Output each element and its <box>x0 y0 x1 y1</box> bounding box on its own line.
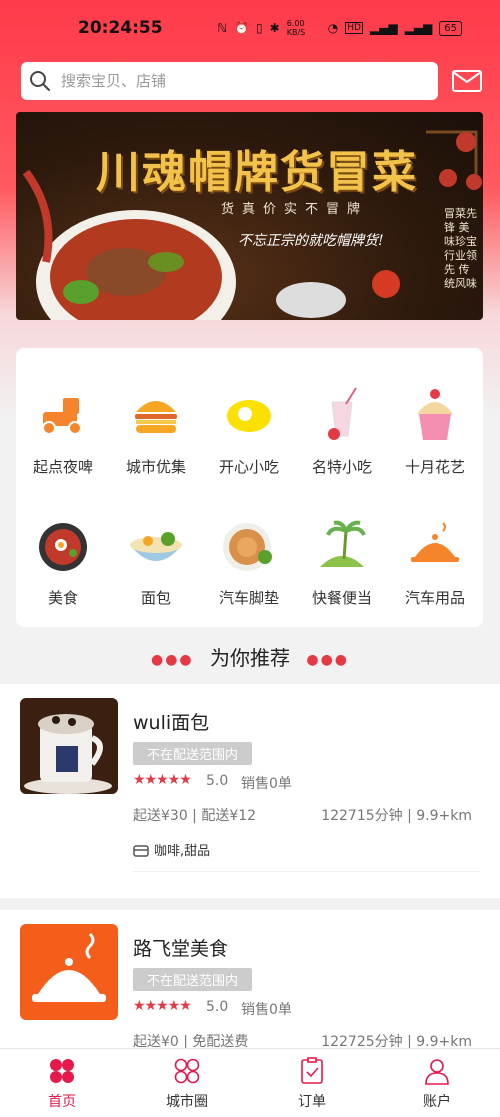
user-icon <box>425 1059 449 1085</box>
island-icon <box>320 520 366 567</box>
signal-5g-icon: ▂▄▆ <box>369 21 398 35</box>
banner-title: 川魂帽牌货冒菜 <box>96 147 418 198</box>
decor-dots-right: ●●● <box>306 651 350 668</box>
vibrate-icon: ▯ <box>256 21 263 35</box>
alarm-icon: ⏰ <box>234 21 250 35</box>
shop-image <box>20 698 118 794</box>
category-label: 快餐便当 <box>311 589 372 607</box>
category-label: 十月花艺 <box>404 458 465 476</box>
category-label: 城市优集 <box>125 458 186 476</box>
rating-stars: ★★★★★ <box>133 772 192 788</box>
category-item-qidianyepi[interactable]: 起点夜啤 <box>16 370 110 480</box>
category-item-kuaicanbiandang[interactable]: 快餐便当 <box>295 501 389 611</box>
category-item-mingtexiaochi[interactable]: 名特小吃 <box>295 370 389 480</box>
bluetooth-icon: ✱ <box>269 21 280 35</box>
search-input[interactable] <box>59 71 403 91</box>
nfc-icon: ℕ <box>217 21 228 35</box>
cloche-logo-image <box>32 932 106 1002</box>
delivery-distance: 122715分钟 | 9.9+km <box>321 808 472 824</box>
clipboard-icon <box>301 1057 323 1084</box>
tab-city-circle[interactable]: 城市圈 <box>137 1057 237 1111</box>
category-label: 汽车用品 <box>404 589 465 607</box>
category-item-chengshiyouji[interactable]: 城市优集 <box>109 370 203 480</box>
delivery-fee: 起送¥30 | 配送¥12 <box>133 808 257 824</box>
cloche-icon <box>411 522 459 562</box>
promo-banner[interactable]: 川魂帽牌货冒菜 货真价实不冒牌 不忘正宗的就吃帽牌货! 冒菜先锋 美味珍宝 行业… <box>16 112 483 320</box>
category-item-mianbao[interactable]: 面包 <box>109 501 203 611</box>
status-time: 20:24:55 <box>78 18 163 38</box>
banner-side-text: 冒菜先锋 美味珍宝 行业领先 传统风味 <box>444 207 477 290</box>
status-icons: ℕ ⏰ ▯ ✱ 6.00 KB/S ◔ HD ▂▄▆ ▂▄▆ 65 <box>217 19 462 37</box>
tab-label: 账户 <box>423 1094 451 1110</box>
scooter-icon <box>42 398 82 435</box>
decor-dots-left: ●●● <box>150 651 194 668</box>
recommend-title: 为你推荐 <box>210 646 290 670</box>
wifi-icon: ◔ <box>327 21 339 35</box>
network-speed: 6.00 KB/S <box>286 19 306 37</box>
category-item-meishi[interactable]: 美食 <box>16 501 110 611</box>
banner-subtitle: 货真价实不冒牌 <box>221 202 369 217</box>
category-label: 开心小吃 <box>218 458 279 476</box>
home-grid-icon <box>50 1059 74 1083</box>
city-circle-icon <box>174 1058 200 1084</box>
category-label: 起点夜啤 <box>32 458 93 476</box>
category-grid: 起点夜啤 城市优集 开心小吃 名特小吃 十月花艺 美食 面包 汽车脚垫 快餐便当… <box>16 348 483 627</box>
rating-value: 5.0 <box>206 999 229 1015</box>
category-label: 面包 <box>140 589 171 607</box>
tab-label: 订单 <box>298 1094 326 1110</box>
hotpot-icon <box>39 523 87 571</box>
category-item-shiyuehuayi[interactable]: 十月花艺 <box>388 370 482 480</box>
drink-icon <box>328 387 357 440</box>
tab-home[interactable]: 首页 <box>12 1057 112 1111</box>
shop-card[interactable]: wuli面包 不在配送范围内 ★★★★★ 5.0 销售0单 起送¥30 | 配送… <box>0 684 500 898</box>
hd-icon: HD <box>345 22 363 34</box>
bottom-tab-bar: 首页 城市圈 订单 账户 <box>0 1048 500 1117</box>
category-label: 美食 <box>47 589 78 607</box>
pancake-icon <box>223 523 272 571</box>
shop-name: wuli面包 <box>133 712 210 734</box>
category-item-qichejiaodian[interactable]: 汽车脚垫 <box>202 501 296 611</box>
category-label: 名特小吃 <box>311 458 372 476</box>
rating-stars: ★★★★★ <box>133 998 192 1014</box>
out-of-range-tag: 不在配送范围内 <box>133 968 253 991</box>
tab-account[interactable]: 账户 <box>387 1057 487 1111</box>
egg-icon <box>227 400 271 432</box>
banner-slogan: 不忘正宗的就吃帽牌货! <box>238 233 384 249</box>
shop-category-text: 咖啡,甜品 <box>154 844 211 859</box>
noodle-bowl-icon <box>130 532 182 561</box>
rating-value: 5.0 <box>206 773 229 789</box>
shop-image <box>20 924 118 1020</box>
search-bar[interactable] <box>21 62 438 100</box>
tab-label: 城市圈 <box>166 1094 208 1110</box>
sales-count: 销售0单 <box>241 1002 292 1018</box>
status-bar: 20:24:55 ℕ ⏰ ▯ ✱ 6.00 KB/S ◔ HD ▂▄▆ ▂▄▆ … <box>0 0 500 58</box>
signal-4g-icon: ▂▄▆ <box>404 21 433 35</box>
sales-count: 销售0单 <box>241 776 292 792</box>
burger-icon <box>135 401 177 433</box>
shop-card[interactable]: 路飞堂美食 不在配送范围内 ★★★★★ 5.0 销售0单 起送¥0 | 免配送费… <box>0 910 500 1050</box>
out-of-range-tag: 不在配送范围内 <box>133 742 253 765</box>
search-icon <box>30 71 50 91</box>
tab-orders[interactable]: 订单 <box>262 1057 362 1111</box>
category-item-qicheyongpin[interactable]: 汽车用品 <box>388 501 482 611</box>
category-item-kaixinxiaochi[interactable]: 开心小吃 <box>202 370 296 480</box>
category-label: 汽车脚垫 <box>218 589 279 607</box>
cupcake-icon <box>417 389 453 440</box>
divider <box>133 871 480 872</box>
tab-label: 首页 <box>48 1094 76 1110</box>
recommend-header: ●●● 为你推荐 ●●● <box>0 642 500 671</box>
coffee-cup-image <box>20 698 118 794</box>
shop-name: 路飞堂美食 <box>133 938 229 960</box>
shop-tag-icon <box>133 844 149 857</box>
message-icon[interactable] <box>452 70 482 92</box>
shop-category-tags: 咖啡,甜品 <box>133 840 210 859</box>
battery-icon: 65 <box>439 20 462 36</box>
